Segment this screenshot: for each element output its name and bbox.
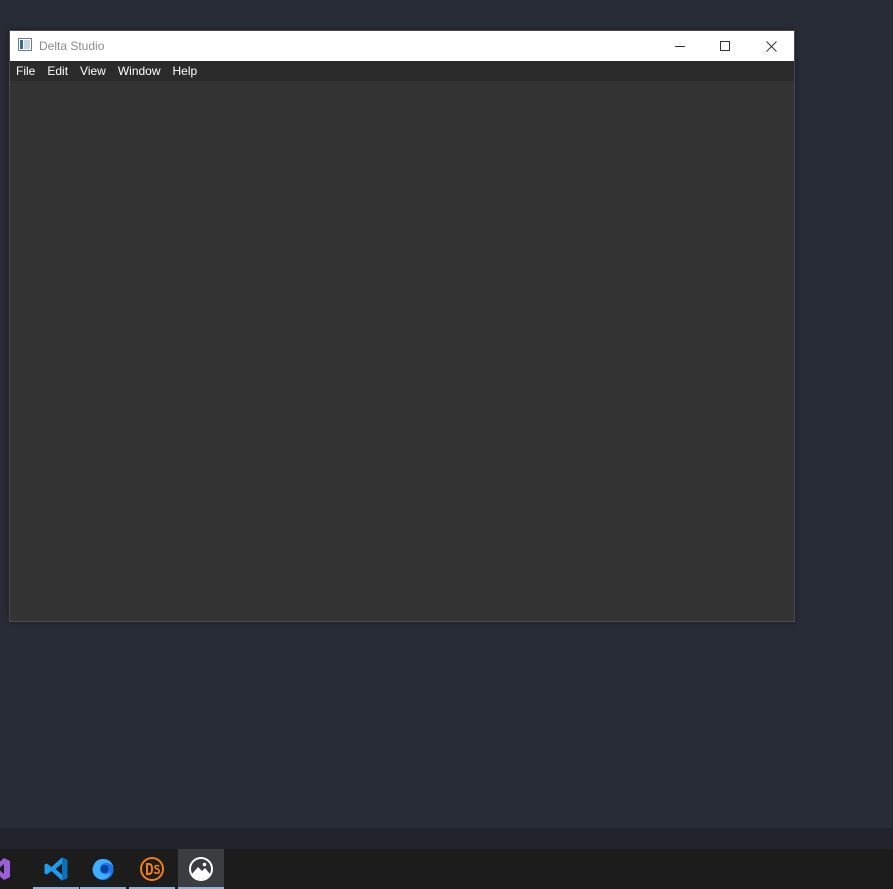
maximize-button[interactable] xyxy=(702,31,748,61)
taskbar-vscode[interactable] xyxy=(33,849,79,889)
client-area[interactable] xyxy=(10,81,794,621)
menu-edit[interactable]: Edit xyxy=(41,61,74,81)
close-button[interactable] xyxy=(748,31,794,61)
visual-studio-icon xyxy=(0,858,10,880)
title-bar[interactable]: Delta Studio xyxy=(10,31,794,61)
menu-file[interactable]: File xyxy=(10,61,41,81)
window-app-icon xyxy=(18,38,32,51)
close-icon xyxy=(765,40,777,52)
menu-view[interactable]: View xyxy=(74,61,112,81)
delta-studio-window-icon xyxy=(189,857,213,881)
taskbar-visual-studio[interactable] xyxy=(0,849,22,889)
taskbar xyxy=(0,849,893,889)
window-title: Delta Studio xyxy=(39,39,105,53)
desktop-bottom-strip xyxy=(0,828,893,849)
delta-studio-window[interactable]: Delta Studio File Edit View Window Help xyxy=(9,30,795,622)
taskbar-delta-studio-ds[interactable] xyxy=(129,849,175,889)
minimize-button[interactable] xyxy=(657,31,703,61)
menu-bar: File Edit View Window Help xyxy=(10,61,794,81)
minimize-icon xyxy=(674,45,685,47)
maximize-icon xyxy=(719,40,730,51)
menu-help[interactable]: Help xyxy=(167,61,204,81)
taskbar-delta-studio-window[interactable] xyxy=(178,849,224,889)
taskbar-firefox[interactable] xyxy=(80,849,126,889)
delta-studio-ds-icon xyxy=(140,857,164,881)
vscode-icon xyxy=(44,857,68,881)
firefox-icon xyxy=(92,859,114,880)
menu-window[interactable]: Window xyxy=(112,61,167,81)
